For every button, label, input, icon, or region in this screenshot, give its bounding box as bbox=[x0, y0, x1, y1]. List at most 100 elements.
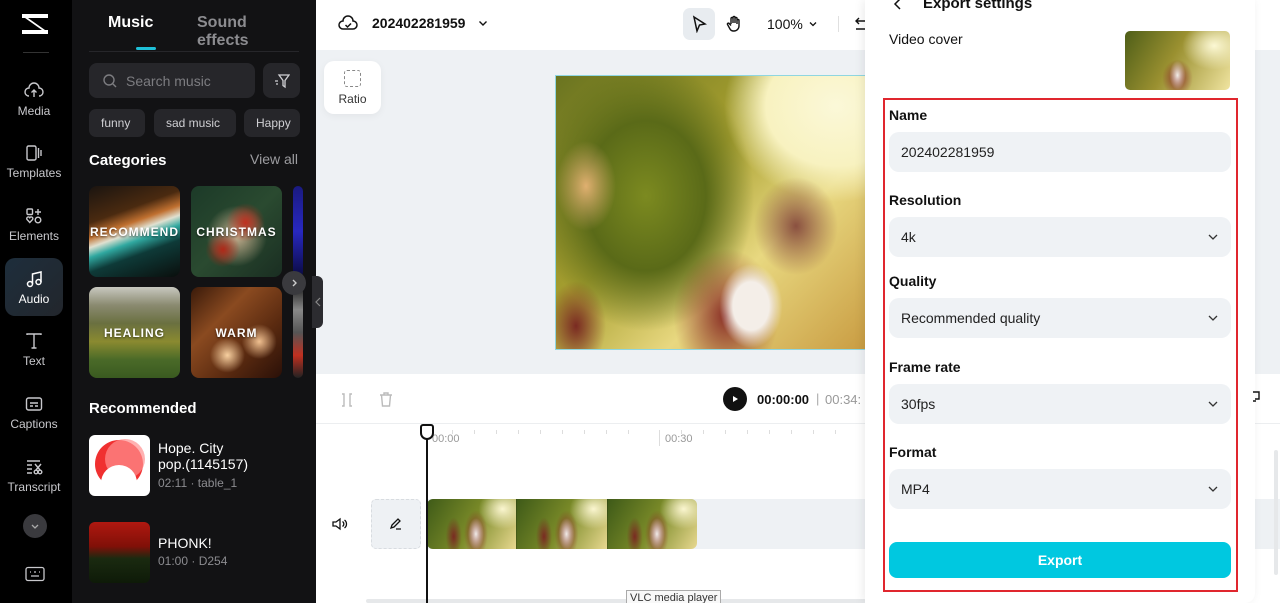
quality-select[interactable]: Recommended quality bbox=[889, 298, 1231, 338]
category-recommend[interactable]: RECOMMEND bbox=[89, 186, 180, 277]
ruler-tick bbox=[769, 430, 770, 434]
filter-button[interactable] bbox=[263, 63, 300, 98]
play-icon bbox=[733, 396, 738, 402]
captions-icon bbox=[25, 396, 43, 411]
category-partial[interactable] bbox=[293, 287, 303, 378]
undo-icon[interactable] bbox=[855, 16, 865, 32]
rail-label: Templates bbox=[6, 165, 62, 180]
chip-happy[interactable]: Happy bbox=[244, 109, 300, 137]
ratio-button[interactable]: Ratio bbox=[324, 61, 381, 114]
rail-item-text[interactable]: Text bbox=[5, 320, 63, 378]
ruler-tick bbox=[606, 430, 607, 434]
category-warm[interactable]: WARM bbox=[191, 287, 282, 378]
pointer-icon bbox=[692, 15, 707, 33]
tab-sound-effects[interactable]: Sound effects bbox=[197, 14, 299, 50]
rail-more-button[interactable] bbox=[23, 514, 47, 538]
chevron-down-icon bbox=[479, 21, 488, 26]
right-scrollbar[interactable] bbox=[1274, 450, 1278, 575]
video-cover-label: Video cover bbox=[889, 31, 963, 47]
timeline-scrollbar[interactable] bbox=[366, 599, 866, 603]
play-button[interactable] bbox=[723, 387, 747, 411]
playhead[interactable] bbox=[426, 424, 428, 603]
export-settings-panel: Export settings Video cover Name 2024022… bbox=[865, 0, 1255, 603]
tab-music[interactable]: Music bbox=[108, 14, 153, 32]
rail-item-templates[interactable]: Templates bbox=[5, 132, 63, 190]
taskbar-tooltip: VLC media player bbox=[626, 590, 722, 603]
category-christmas[interactable]: CHRISTMAS bbox=[191, 186, 282, 277]
ruler-tick bbox=[496, 430, 497, 434]
ruler-tick bbox=[474, 430, 475, 434]
active-tab-indicator bbox=[136, 47, 156, 50]
clip-frame bbox=[517, 499, 608, 549]
track-title: PHONK! bbox=[158, 535, 212, 551]
search-music-input[interactable]: Search music bbox=[89, 63, 255, 98]
list-item[interactable]: PHONK! 01:00 · D254 bbox=[89, 522, 299, 584]
music-tabs: Music Sound effects bbox=[89, 0, 299, 52]
search-icon bbox=[103, 73, 117, 87]
export-settings-header: Export settings bbox=[893, 0, 1032, 12]
ruler-tick bbox=[452, 430, 453, 434]
video-preview[interactable] bbox=[555, 75, 875, 350]
frame-rate-value: 30fps bbox=[901, 396, 936, 412]
project-name-dropdown[interactable]: 202402281959 bbox=[338, 14, 489, 32]
rail-item-captions[interactable]: Captions bbox=[5, 383, 63, 441]
format-select[interactable]: MP4 bbox=[889, 469, 1231, 509]
edit-cover-button[interactable] bbox=[371, 499, 421, 549]
delete-icon[interactable] bbox=[378, 391, 394, 408]
filter-icon bbox=[274, 73, 290, 88]
keyboard-icon[interactable] bbox=[25, 566, 45, 582]
frame-rate-select[interactable]: 30fps bbox=[889, 384, 1231, 424]
zoom-dropdown[interactable]: 100% bbox=[767, 16, 818, 32]
cloud-saved-icon bbox=[338, 15, 358, 30]
chip-funny[interactable]: funny bbox=[89, 109, 145, 137]
text-icon bbox=[26, 332, 42, 349]
current-time: 00:00:00 bbox=[757, 392, 810, 407]
format-label: Format bbox=[889, 444, 937, 460]
category-partial[interactable] bbox=[293, 186, 303, 277]
back-arrow-icon[interactable] bbox=[893, 0, 903, 11]
playhead-handle[interactable] bbox=[420, 424, 434, 440]
collapse-panel-handle[interactable] bbox=[312, 276, 323, 328]
highlight-box bbox=[883, 98, 1238, 592]
category-healing[interactable]: HEALING bbox=[89, 287, 180, 378]
rail-item-audio[interactable]: Audio bbox=[5, 258, 63, 316]
track-meta: 01:00 · D254 bbox=[158, 554, 228, 568]
caption-tool-icon[interactable] bbox=[1251, 390, 1261, 404]
view-all-link[interactable]: View all bbox=[250, 151, 298, 167]
chevron-left-icon bbox=[314, 297, 320, 307]
rail-item-media[interactable]: Media bbox=[5, 70, 63, 128]
video-cover-thumbnail[interactable] bbox=[1125, 31, 1230, 90]
name-input[interactable]: 202402281959 bbox=[889, 132, 1231, 172]
chip-sad-music[interactable]: sad music bbox=[154, 109, 236, 137]
search-placeholder: Search music bbox=[126, 72, 211, 89]
list-item[interactable]: Hope. City pop.(1145157) 02:11 · table_1 bbox=[89, 435, 299, 497]
project-name: 202402281959 bbox=[372, 15, 466, 31]
name-label: Name bbox=[889, 107, 928, 123]
hand-tool-button[interactable] bbox=[718, 8, 750, 40]
ratio-label: Ratio bbox=[338, 91, 367, 106]
rail-label: Transcript bbox=[7, 479, 61, 494]
ruler-label: 00:30 bbox=[665, 433, 693, 445]
rail-item-transcript[interactable]: Transcript bbox=[5, 446, 63, 504]
rail-divider bbox=[23, 52, 49, 53]
format-value: MP4 bbox=[901, 481, 930, 497]
resolution-select[interactable]: 4k bbox=[889, 217, 1231, 257]
ruler-tick bbox=[813, 430, 814, 434]
track-thumbnail bbox=[89, 522, 150, 583]
ruler-tick bbox=[791, 430, 792, 434]
chevron-down-icon bbox=[1208, 486, 1218, 492]
volume-icon[interactable] bbox=[332, 517, 348, 531]
chevron-down-icon bbox=[809, 22, 817, 27]
frame-rate-label: Frame rate bbox=[889, 359, 961, 375]
rail-item-elements[interactable]: Elements bbox=[5, 195, 63, 253]
export-button[interactable]: Export bbox=[889, 542, 1231, 578]
split-icon[interactable] bbox=[340, 392, 354, 408]
ruler-major-tick bbox=[659, 430, 660, 446]
video-clip[interactable] bbox=[427, 499, 697, 549]
categories-next-button[interactable] bbox=[282, 271, 306, 295]
select-tool-button[interactable] bbox=[683, 8, 715, 40]
chevron-right-icon bbox=[292, 279, 297, 287]
track-title-line2: pop.(1145157) bbox=[158, 456, 249, 472]
ruler-tick bbox=[681, 430, 682, 434]
hand-icon bbox=[726, 15, 740, 32]
